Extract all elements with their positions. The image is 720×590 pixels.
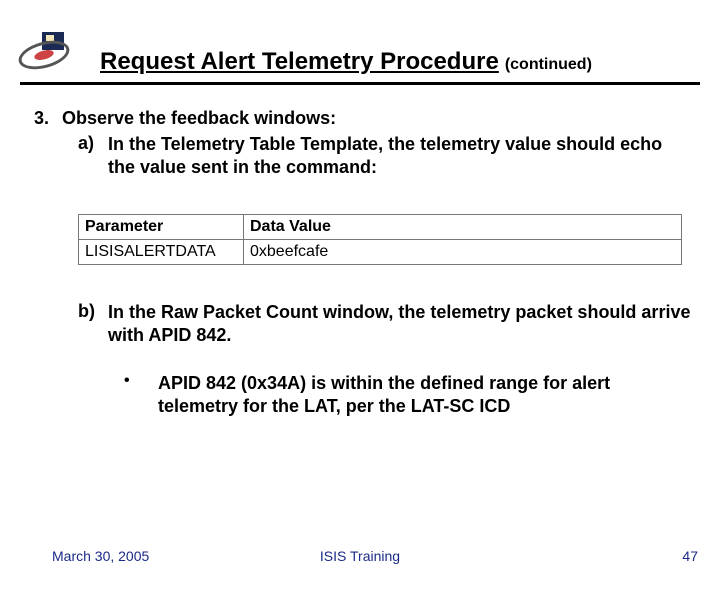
- list-text: In the Raw Packet Count window, the tele…: [108, 301, 692, 348]
- footer-center: ISIS Training: [0, 548, 720, 564]
- list-marker: a): [78, 133, 108, 180]
- title-continued: (continued): [505, 56, 592, 74]
- telemetry-table: Parameter Data Value LISISALERTDATA 0xbe…: [78, 214, 682, 265]
- slide-footer: March 30, 2005 ISIS Training 47: [0, 548, 720, 568]
- list-marker: b): [78, 301, 108, 348]
- list-item: • APID 842 (0x34A) is within the defined…: [124, 372, 692, 419]
- telemetry-table-wrap: Parameter Data Value LISISALERTDATA 0xbe…: [78, 214, 682, 265]
- slide-page: Request Alert Telemetry Procedure (conti…: [0, 0, 720, 590]
- list-text: APID 842 (0x34A) is within the defined r…: [158, 372, 692, 419]
- logo-icon: [16, 32, 74, 72]
- list-number: 3.: [34, 108, 62, 129]
- table-cell: LISISALERTDATA: [79, 239, 244, 264]
- table-header-cell: Parameter: [79, 214, 244, 239]
- slide-body: 3. Observe the feedback windows: a) In t…: [34, 108, 692, 418]
- list-item: 3. Observe the feedback windows:: [34, 108, 692, 129]
- list-item: a) In the Telemetry Table Template, the …: [78, 133, 692, 180]
- footer-page-number: 47: [682, 548, 698, 564]
- list-text: In the Telemetry Table Template, the tel…: [108, 133, 692, 180]
- slide-title: Request Alert Telemetry Procedure (conti…: [100, 48, 700, 78]
- list-text: Observe the feedback windows:: [62, 108, 692, 129]
- table-cell: 0xbeefcafe: [244, 239, 682, 264]
- table-header-cell: Data Value: [244, 214, 682, 239]
- title-main: Request Alert Telemetry Procedure: [100, 48, 499, 76]
- list-item: b) In the Raw Packet Count window, the t…: [78, 301, 692, 348]
- bullet-icon: •: [124, 372, 158, 419]
- title-rule: [20, 82, 700, 85]
- table-header-row: Parameter Data Value: [79, 214, 682, 239]
- table-row: LISISALERTDATA 0xbeefcafe: [79, 239, 682, 264]
